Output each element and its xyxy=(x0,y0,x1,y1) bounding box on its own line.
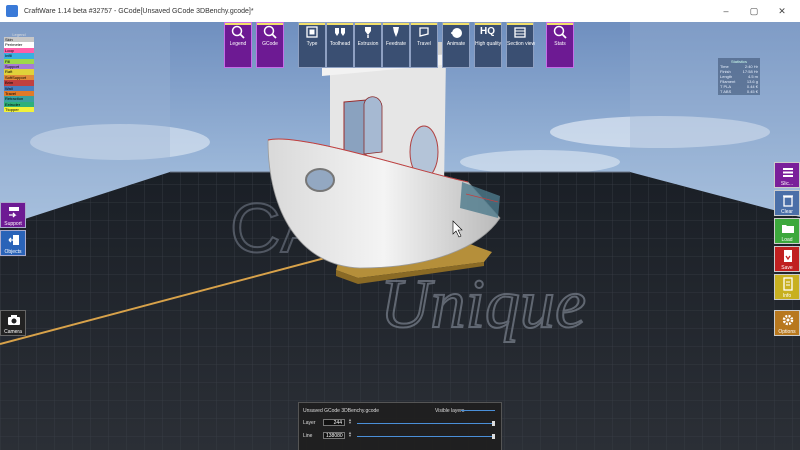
type-button-label: Type xyxy=(306,41,318,47)
extrusion-button-label: Extrusion xyxy=(357,41,379,47)
line-slider-handle[interactable] xyxy=(492,434,495,439)
visible-layers-slider[interactable] xyxy=(461,410,495,411)
window-title: CraftWare 1.14 beta #32757 - GCode[Unsav… xyxy=(24,7,254,15)
objects-button[interactable]: Objects xyxy=(0,230,26,256)
statistics-row: T ABS 0.45 € xyxy=(720,89,758,94)
save-button[interactable]: Save xyxy=(774,246,800,272)
statistics-value: 0.45 € xyxy=(746,89,758,94)
feedrate-button-label: Feedrate xyxy=(385,41,406,47)
info-button[interactable]: Info xyxy=(774,274,800,300)
section-view-icon xyxy=(514,27,526,38)
legend-button[interactable]: Legend xyxy=(224,22,252,68)
feedrate-icon xyxy=(393,27,399,37)
legend-button-label: Legend xyxy=(229,41,247,47)
toolhead-icon xyxy=(335,28,345,36)
load-button[interactable]: Load xyxy=(774,218,800,244)
window-controls: – ▢ ✕ xyxy=(712,0,796,22)
animate-button-label: Animate xyxy=(446,41,466,47)
toolhead-button-label: Toolhead xyxy=(329,41,351,47)
section-view-button-label: Section view xyxy=(507,41,536,47)
line-label: Line xyxy=(303,433,313,439)
objects-button-label: Objects xyxy=(4,249,22,255)
slice-button[interactable]: Slic... xyxy=(774,162,800,188)
layer-slider-handle[interactable] xyxy=(492,421,495,426)
high-quality-button[interactable]: HQ High quality xyxy=(474,22,502,68)
line-slider[interactable] xyxy=(357,436,493,437)
title-bar: CraftWare 1.14 beta #32757 - GCode[Unsav… xyxy=(0,0,800,23)
save-button-label: Save xyxy=(781,265,793,271)
minimize-button[interactable]: – xyxy=(712,0,740,22)
magnifier-icon xyxy=(263,25,277,39)
layer-input[interactable]: 244 xyxy=(323,419,345,426)
line-input[interactable]: 138080 xyxy=(323,432,345,439)
gcode-button-label: GCode xyxy=(262,41,278,47)
hq-icon: HQ xyxy=(480,26,495,37)
statistics-key: T ABS xyxy=(720,89,732,94)
extrusion-icon xyxy=(365,27,371,38)
type-filter-icon xyxy=(306,26,318,38)
statistics-panel: Statistics Time 2:40 Hr Finish 17:58 Hr Leng… xyxy=(718,58,760,95)
animate-icon xyxy=(451,28,462,38)
toolhead-button[interactable]: Toolhead xyxy=(326,22,354,68)
objects-icon xyxy=(8,235,19,245)
clear-button-label: Clear xyxy=(781,209,793,215)
trash-icon xyxy=(783,195,793,207)
top-toolbar: Legend GCode Type Toolhead Extrusion Fee… xyxy=(0,22,800,70)
load-button-label: Load xyxy=(781,237,793,243)
type-button[interactable]: Type xyxy=(298,22,326,68)
support-button[interactable]: Support xyxy=(0,202,26,228)
legend-item: Ttopper xyxy=(4,107,34,113)
line-spinner-icon[interactable]: ▲ ▼ xyxy=(348,431,352,438)
watermark-text: Unique xyxy=(380,266,586,343)
stats-button[interactable]: Stats xyxy=(546,22,574,68)
info-button-label: Info xyxy=(782,293,792,299)
visible-layers-label: Visible layers xyxy=(435,408,465,414)
camera-button-label: Camera xyxy=(4,329,22,335)
travel-icon xyxy=(419,27,429,37)
gcode-file-name: Unsaved GCode 3DBenchy.gcode xyxy=(303,408,380,414)
feedrate-button[interactable]: Feedrate xyxy=(382,22,410,68)
magnifier-icon xyxy=(231,25,245,39)
cloud xyxy=(460,150,620,174)
slice-icon xyxy=(783,168,793,177)
layer-spinner-icon[interactable]: ▲ ▼ xyxy=(348,418,352,425)
support-icon xyxy=(9,207,19,218)
magnifier-icon xyxy=(553,25,567,39)
camera-button[interactable]: Camera xyxy=(0,310,26,336)
layer-panel: Unsaved GCode 3DBenchy.gcode Visible lay… xyxy=(298,402,502,450)
travel-button-label: Travel xyxy=(417,41,431,47)
app-logo-icon xyxy=(6,5,18,17)
gcode-button[interactable]: GCode xyxy=(256,22,284,68)
maximize-button[interactable]: ▢ xyxy=(740,0,768,22)
high-quality-button-label: High quality xyxy=(475,41,502,47)
support-button-label: Support xyxy=(4,221,22,227)
save-icon xyxy=(784,250,792,262)
extrusion-button[interactable]: Extrusion xyxy=(354,22,382,68)
layer-slider[interactable] xyxy=(357,423,493,424)
animate-button[interactable]: Animate xyxy=(442,22,470,68)
layer-label: Layer xyxy=(303,420,316,426)
gear-icon xyxy=(782,314,794,326)
scene-canvas[interactable]: CA Unique xyxy=(0,22,800,450)
options-button[interactable]: Options xyxy=(774,310,800,336)
clear-button[interactable]: Clear xyxy=(774,190,800,216)
info-icon xyxy=(783,277,793,291)
section-view-button[interactable]: Section view xyxy=(506,22,536,68)
travel-button[interactable]: Travel xyxy=(410,22,438,68)
hull-porthole xyxy=(305,168,335,192)
options-button-label: Options xyxy=(778,329,796,335)
stats-button-label: Stats xyxy=(554,41,566,47)
legend-panel: Legend Skin Perimeter Loop Infill Fill Suppor… xyxy=(4,32,34,113)
camera-icon xyxy=(8,315,20,325)
close-button[interactable]: ✕ xyxy=(768,0,796,22)
folder-icon xyxy=(782,225,794,233)
slice-button-label: Slic... xyxy=(780,181,794,187)
3d-viewport[interactable]: CA Unique Legend GCode Type Toolhead Ext… xyxy=(0,22,800,450)
